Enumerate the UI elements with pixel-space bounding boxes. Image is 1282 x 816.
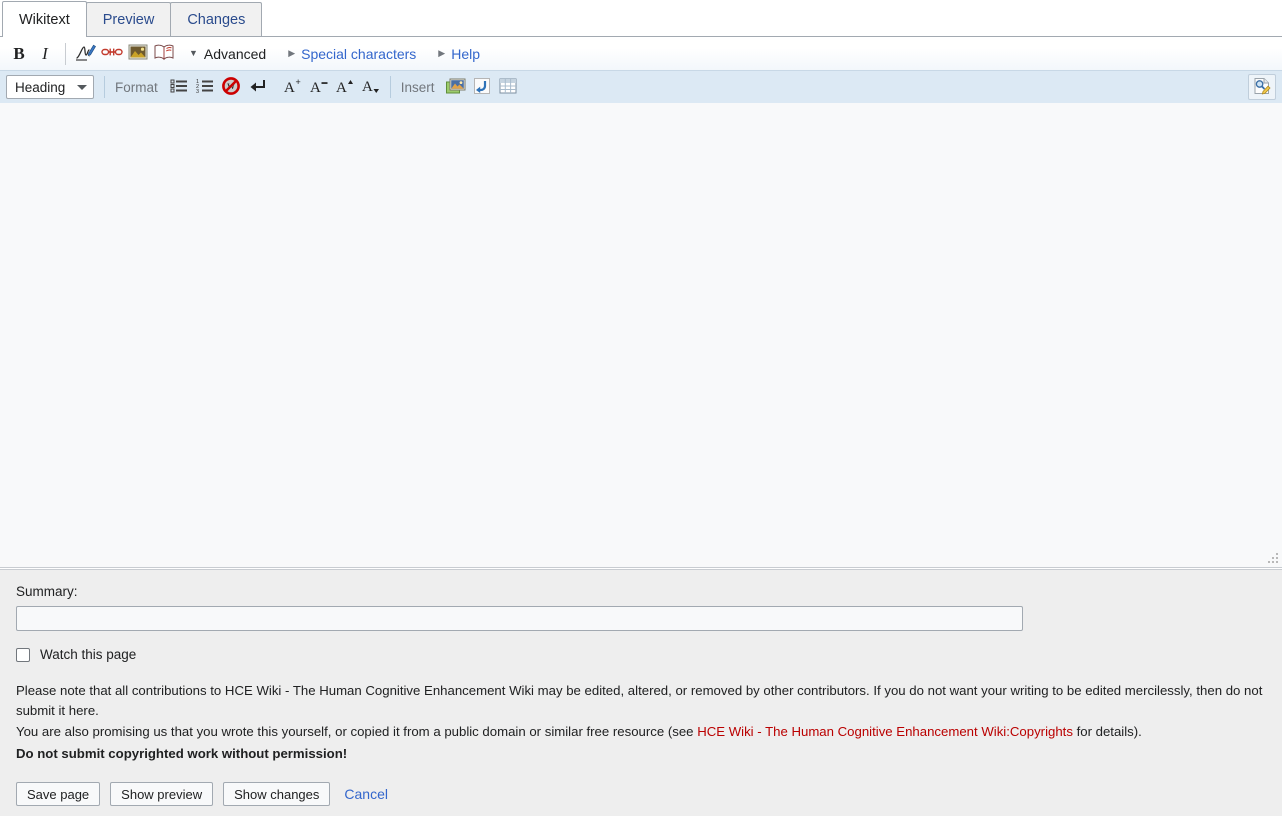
picture-button[interactable] bbox=[443, 74, 469, 100]
tab-list: Wikitext Preview Changes bbox=[2, 1, 263, 38]
heading-dropdown[interactable]: Heading bbox=[6, 75, 94, 99]
redirect-button[interactable] bbox=[469, 74, 495, 100]
copyright-line-2: You are also promising us that you wrote… bbox=[16, 722, 1266, 742]
toolbar-row-advanced: Heading Format 1 2 3 A + A A A Insert bbox=[0, 70, 1282, 103]
italic-label: I bbox=[42, 43, 48, 63]
cancel-link[interactable]: Cancel bbox=[344, 786, 388, 802]
svg-text:+: + bbox=[295, 77, 300, 87]
superscript-icon: A bbox=[335, 77, 355, 98]
toolbar-group-basic-format: B I bbox=[6, 37, 58, 70]
textarea-resize-handle[interactable] bbox=[1266, 551, 1280, 565]
big-text-button[interactable]: A + bbox=[280, 74, 306, 100]
nowiki-icon: W bbox=[221, 76, 240, 98]
help-label: Help bbox=[451, 45, 481, 62]
svg-text:A: A bbox=[284, 80, 295, 95]
big-text-icon: A + bbox=[283, 77, 303, 98]
table-icon bbox=[499, 78, 517, 97]
svg-text:A: A bbox=[362, 79, 373, 95]
newline-button[interactable] bbox=[244, 74, 270, 100]
summary-label: Summary: bbox=[16, 584, 78, 599]
chevron-down-icon: ▼ bbox=[189, 48, 198, 58]
advanced-label: Advanced bbox=[203, 45, 267, 62]
link-icon bbox=[101, 45, 123, 62]
tab-wikitext[interactable]: Wikitext bbox=[2, 1, 87, 38]
wikitext-editor-container bbox=[0, 103, 1282, 568]
bold-button[interactable]: B bbox=[6, 41, 32, 67]
toolbar-divider bbox=[104, 76, 105, 98]
special-characters-label: Special characters bbox=[301, 45, 417, 62]
picture-icon bbox=[445, 77, 466, 98]
copyright-line-1: Please note that all contributions to HC… bbox=[16, 683, 1263, 719]
copyrights-link[interactable]: HCE Wiki - The Human Cognitive Enhanceme… bbox=[697, 724, 1073, 739]
summary-input[interactable] bbox=[16, 606, 1023, 631]
nowiki-button[interactable]: W bbox=[218, 74, 244, 100]
svg-text:A: A bbox=[336, 80, 347, 95]
numbered-list-icon: 1 2 3 bbox=[196, 78, 214, 97]
watch-this-page-label: Watch this page bbox=[40, 647, 137, 662]
reference-button[interactable] bbox=[151, 41, 177, 67]
superscript-button[interactable]: A bbox=[332, 74, 358, 100]
tab-preview[interactable]: Preview bbox=[85, 2, 172, 37]
link-button[interactable] bbox=[99, 41, 125, 67]
bold-label: B bbox=[13, 43, 25, 63]
italic-button[interactable]: I bbox=[32, 41, 58, 67]
signature-icon bbox=[75, 42, 97, 65]
show-preview-button[interactable]: Show preview bbox=[110, 782, 214, 807]
table-button[interactable] bbox=[495, 74, 521, 100]
format-group-label: Format bbox=[115, 79, 158, 95]
special-characters-toggle[interactable]: ▶ Special characters bbox=[288, 46, 416, 62]
toolbar-divider bbox=[65, 42, 66, 65]
copyright-line-2-after: for details). bbox=[1072, 723, 1142, 739]
small-text-icon: A bbox=[309, 77, 329, 98]
svg-text:3: 3 bbox=[196, 89, 199, 94]
copyright-warning: Do not submit copyrighted work without p… bbox=[16, 745, 348, 761]
heading-dropdown-label: Heading bbox=[15, 79, 66, 95]
subscript-icon: A bbox=[361, 77, 381, 98]
chevron-down-icon bbox=[77, 84, 87, 90]
signature-button[interactable] bbox=[73, 41, 99, 67]
chevron-right-icon: ▶ bbox=[288, 48, 296, 58]
toolbar-group-insert-basic bbox=[73, 37, 177, 70]
form-action-buttons: Save page Show preview Show changes Canc… bbox=[16, 782, 1266, 807]
help-toggle[interactable]: ▶ Help bbox=[438, 46, 480, 62]
watch-this-page-row[interactable]: Watch this page bbox=[16, 647, 1266, 662]
show-changes-button[interactable]: Show changes bbox=[223, 782, 331, 807]
tab-changes[interactable]: Changes bbox=[170, 2, 263, 37]
bulleted-list-button[interactable] bbox=[166, 74, 192, 100]
edit-toolbar: B I ▼ Advanced ▶ Special characters ▶ He… bbox=[0, 36, 1282, 103]
search-and-replace-icon bbox=[1252, 77, 1272, 98]
bulleted-list-icon bbox=[170, 78, 188, 97]
newline-icon bbox=[248, 78, 266, 97]
embedded-file-icon bbox=[128, 43, 148, 64]
edit-footer: Summary: Watch this page Please note tha… bbox=[0, 569, 1282, 816]
numbered-list-button[interactable]: 1 2 3 bbox=[192, 74, 218, 100]
reference-icon bbox=[153, 43, 175, 64]
small-text-button[interactable]: A bbox=[306, 74, 332, 100]
search-and-replace-button[interactable] bbox=[1248, 74, 1276, 100]
wikitext-editor[interactable] bbox=[0, 103, 1282, 567]
watch-this-page-checkbox[interactable] bbox=[16, 647, 30, 662]
tab-changes-label: Changes bbox=[187, 12, 246, 28]
copyright-line-2-before: You are also promising us that you wrote… bbox=[16, 723, 698, 739]
tab-wikitext-label: Wikitext bbox=[19, 11, 70, 28]
embedded-file-button[interactable] bbox=[125, 41, 151, 67]
tab-preview-label: Preview bbox=[102, 12, 155, 28]
edit-tab-bar: Wikitext Preview Changes bbox=[0, 0, 1282, 38]
chevron-right-icon: ▶ bbox=[438, 48, 446, 58]
copyright-notice: Please note that all contributions to HC… bbox=[16, 681, 1266, 764]
save-page-button[interactable]: Save page bbox=[16, 782, 101, 807]
insert-group-label: Insert bbox=[400, 79, 435, 95]
subscript-button[interactable]: A bbox=[358, 74, 384, 100]
advanced-toggle[interactable]: ▼ Advanced bbox=[189, 46, 266, 62]
toolbar-divider bbox=[389, 76, 391, 98]
toolbar-row-formatting: B I ▼ Advanced ▶ Special characters ▶ He… bbox=[0, 37, 1282, 70]
svg-text:A: A bbox=[310, 80, 321, 95]
redirect-icon bbox=[473, 77, 491, 98]
